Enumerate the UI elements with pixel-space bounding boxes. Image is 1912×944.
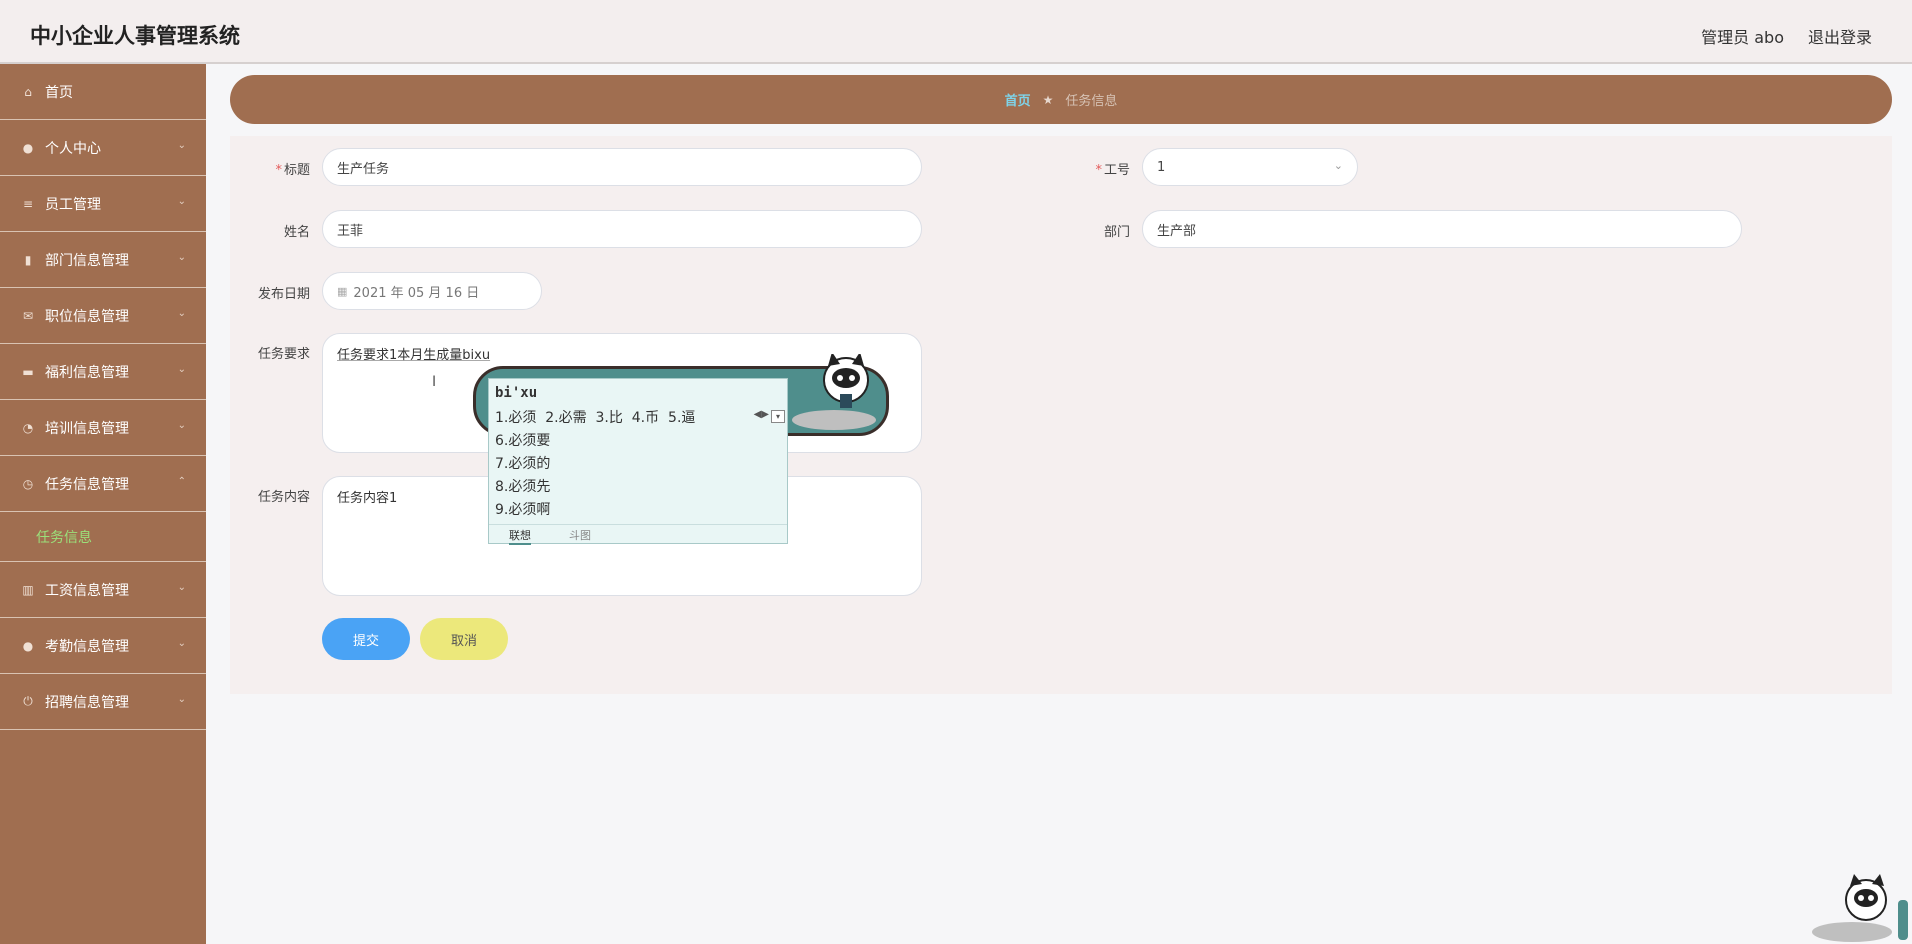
sidebar-item-label: 培训信息管理 — [45, 420, 129, 437]
breadcrumb-home[interactable]: 首页 — [1005, 90, 1031, 109]
sidebar-item-salary[interactable]: ▥ 工资信息管理 ⌄ — [0, 562, 206, 618]
title-label: * 标题 — [230, 159, 310, 178]
cat-mascot-icon — [1812, 874, 1908, 942]
home-icon: ⌂ — [24, 84, 32, 99]
sidebar: ⌂ 首页 ● 个人中心 ⌄ ≡ 员工管理 ⌄ ▮ 部门信息管理 ⌄ ✉ 职位信息… — [0, 64, 206, 944]
sidebar-item-home[interactable]: ⌂ 首页 — [0, 64, 206, 120]
sidebar-item-training[interactable]: ◔ 培训信息管理 ⌄ — [0, 400, 206, 456]
ime-first-row[interactable]: 1.必须 2.必需 3.比 4.币 5.逼 — [495, 407, 695, 427]
ime-candidate[interactable]: 7.必须的 — [495, 453, 550, 473]
sidebar-item-task[interactable]: ◷ 任务信息管理 ⌃ — [0, 456, 206, 512]
ime-tab-lianxiang[interactable]: 联想 — [509, 527, 531, 545]
required-mark: * — [275, 163, 282, 178]
chevron-up-icon: ⌃ — [177, 476, 186, 487]
ime-pinyin: bi'xu — [495, 385, 538, 401]
chevron-down-icon: ⌄ — [177, 582, 186, 593]
clock-icon: ◷ — [22, 476, 34, 491]
sidebar-item-label: 个人中心 — [45, 140, 101, 157]
sidebar-item-label: 招聘信息管理 — [45, 694, 129, 711]
name-input[interactable]: 王菲 — [322, 210, 922, 248]
sidebar-item-label: 福利信息管理 — [45, 364, 129, 381]
chevron-down-icon: ⌄ — [177, 420, 186, 431]
book-icon: ▬ — [22, 364, 34, 379]
sidebar-item-attendance[interactable]: ● 考勤信息管理 ⌄ — [0, 618, 206, 674]
dept-input[interactable]: 生产部 — [1142, 210, 1742, 248]
ime-tab-doutu[interactable]: 斗图 — [569, 527, 591, 543]
star-icon: ★ — [1042, 92, 1054, 107]
title-input[interactable]: 生产任务 — [322, 148, 922, 186]
cancel-button[interactable]: 取消 — [420, 618, 508, 660]
ime-candidate[interactable]: 8.必须先 — [495, 476, 550, 496]
jobno-label-text: 工号 — [1103, 163, 1130, 178]
gauge-icon: ◔ — [22, 420, 34, 435]
chevron-down-icon: ⌄ — [177, 694, 186, 705]
power-icon: ⏻ — [23, 694, 33, 708]
list-icon: ≡ — [22, 196, 34, 211]
chevron-down-icon: ⌄ — [177, 638, 186, 649]
sidebar-item-label: 员工管理 — [45, 196, 101, 213]
app-title: 中小企业人事管理系统 — [30, 24, 240, 48]
name-label: 姓名 — [283, 225, 310, 240]
bar-chart-icon: ▥ — [22, 582, 34, 597]
sidebar-item-label: 部门信息管理 — [45, 252, 129, 269]
admin-user[interactable]: 管理员 abo — [1701, 24, 1784, 48]
submit-button[interactable]: 提交 — [322, 618, 410, 660]
requirement-value: 任务要求1本月生成量bixu — [337, 348, 491, 363]
text-cursor-icon: I — [432, 374, 437, 390]
breadcrumb-current: 任务信息 — [1065, 94, 1118, 109]
sidebar-item-employee[interactable]: ≡ 员工管理 ⌄ — [0, 176, 206, 232]
top-header: 中小企业人事管理系统 管理员 abo 退出登录 — [0, 0, 1912, 64]
sidebar-item-department[interactable]: ▮ 部门信息管理 ⌄ — [0, 232, 206, 288]
sidebar-item-label: 首页 — [45, 84, 73, 101]
jobno-select[interactable]: 1 ⌄ — [1142, 148, 1358, 186]
sidebar-item-recruit[interactable]: ⏻ 招聘信息管理 ⌄ — [0, 674, 206, 730]
dept-label: 部门 — [1103, 225, 1130, 240]
content-value: 任务内容1 — [337, 491, 398, 506]
calendar-icon: ▦ — [337, 284, 348, 298]
breadcrumb: 首页 ★ 任务信息 — [230, 75, 1892, 124]
ime-tab-divider — [489, 524, 787, 525]
requirement-label: 任务要求 — [257, 347, 310, 362]
submenu-task-info[interactable]: 任务信息 — [0, 512, 206, 562]
date-picker[interactable]: ▦ 2021 年 05 月 16 日 — [322, 272, 542, 310]
header-right: 管理员 abo 退出登录 — [1701, 24, 1872, 48]
sidebar-item-label: 职位信息管理 — [45, 308, 129, 325]
sidebar-item-label: 考勤信息管理 — [45, 638, 129, 655]
chevron-down-icon: ⌄ — [177, 308, 186, 319]
sidebar-item-label: 工资信息管理 — [45, 582, 129, 599]
jobno-label: * 工号 — [1050, 159, 1130, 178]
chevron-down-icon: ⌄ — [1333, 159, 1343, 172]
chevron-down-icon: ⌄ — [177, 364, 186, 375]
date-label: 发布日期 — [257, 287, 310, 302]
ime-candidate[interactable]: 6.必须要 — [495, 430, 550, 450]
ime-expand-icon[interactable]: ▾ — [771, 410, 785, 423]
title-label-text: 标题 — [283, 163, 310, 178]
cat-mascot-icon — [792, 354, 876, 430]
page-arrows-icon[interactable]: ◀▶ — [754, 409, 769, 420]
jobno-value: 1 — [1157, 159, 1166, 175]
chevron-down-icon: ⌄ — [177, 140, 186, 151]
ime-candidate[interactable]: 9.必须啊 — [495, 499, 550, 519]
required-mark: * — [1095, 163, 1102, 178]
clipboard-icon: ▮ — [24, 252, 32, 267]
sidebar-item-welfare[interactable]: ▬ 福利信息管理 ⌄ — [0, 344, 206, 400]
logout-button[interactable]: 退出登录 — [1808, 24, 1872, 48]
user-icon: ● — [22, 140, 34, 155]
chevron-down-icon: ⌄ — [177, 252, 186, 263]
sidebar-item-position[interactable]: ✉ 职位信息管理 ⌄ — [0, 288, 206, 344]
date-value: 2021 年 05 月 16 日 — [353, 285, 480, 301]
ime-candidate-panel: bi'xu 1.必须 2.必需 3.比 4.币 5.逼 ◀▶ ▾ 6.必须要 7… — [488, 378, 788, 545]
mail-icon: ✉ — [22, 308, 34, 323]
sidebar-item-personal[interactable]: ● 个人中心 ⌄ — [0, 120, 206, 176]
content-label: 任务内容 — [257, 490, 310, 505]
chevron-down-icon: ⌄ — [177, 196, 186, 207]
person-icon: ● — [22, 638, 34, 653]
sidebar-item-label: 任务信息管理 — [45, 476, 129, 493]
